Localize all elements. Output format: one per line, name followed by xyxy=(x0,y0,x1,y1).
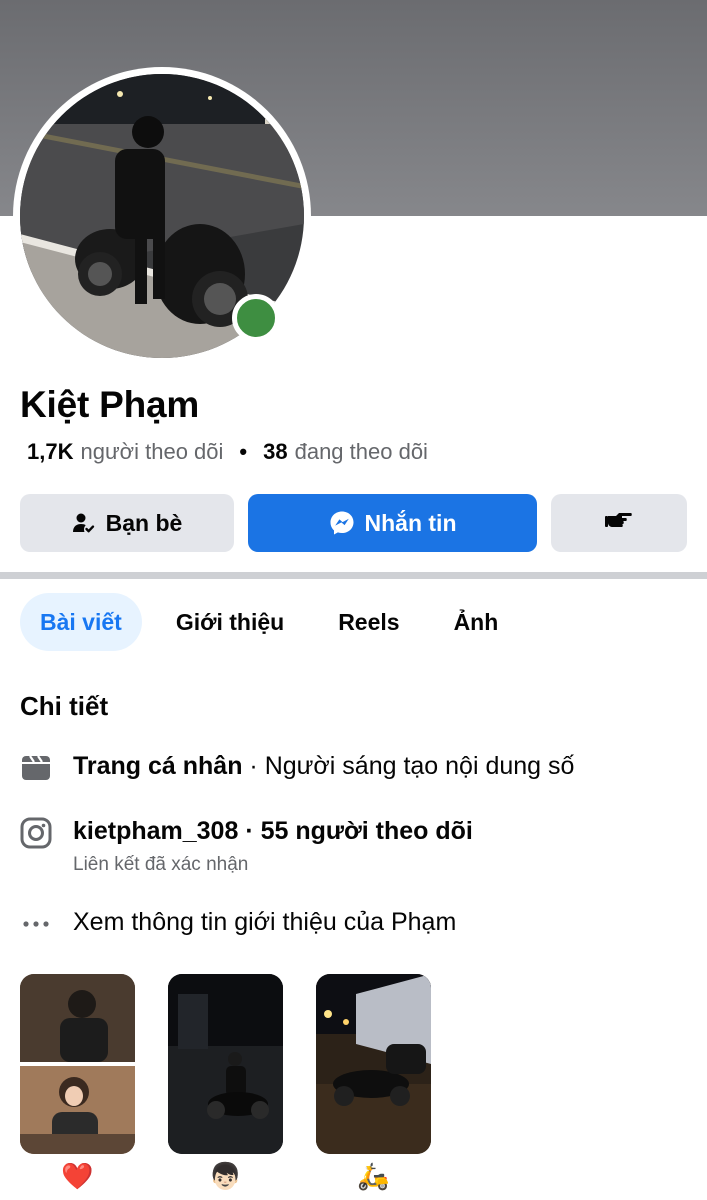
message-label: Nhắn tin xyxy=(364,509,457,536)
featured-emoji-1: ❤️ xyxy=(61,1161,94,1191)
stats-separator: • xyxy=(239,439,248,464)
messenger-icon xyxy=(329,510,355,536)
clapperboard-icon xyxy=(20,752,52,784)
page-type-row: Trang cá nhân · Người sáng tạo nội dung … xyxy=(20,752,574,784)
featured-emoji-2: 👦🏻 xyxy=(209,1161,242,1191)
following-count[interactable]: 38 xyxy=(263,439,287,465)
instagram-icon xyxy=(20,817,52,849)
featured-story-2[interactable] xyxy=(168,974,283,1154)
instagram-row[interactable]: kietpham_308 · 55 người theo dõi Liên kế… xyxy=(20,817,473,876)
section-divider xyxy=(0,572,707,579)
see-more-about-label[interactable]: Xem thông tin giới thiệu của Phạm xyxy=(73,908,456,937)
see-more-about-row[interactable]: Xem thông tin giới thiệu của Phạm xyxy=(20,908,456,940)
details-title: Chi tiết xyxy=(20,691,109,721)
tab-about[interactable]: Giới thiệu xyxy=(176,593,284,651)
friends-label: Bạn bè xyxy=(105,509,183,536)
tab-photos[interactable]: Ảnh xyxy=(454,593,499,651)
profile-tabs: Bài viết Giới thiệu Reels Ảnh xyxy=(20,593,498,651)
poke-button[interactable] xyxy=(551,494,687,552)
featured-story-1[interactable] xyxy=(20,974,135,1154)
friends-button[interactable]: Bạn bè xyxy=(20,494,234,552)
more-dots-icon xyxy=(20,908,52,940)
follow-stats[interactable]: 1,7K người theo dõi • 38 đang theo dõi xyxy=(27,439,428,465)
featured-story-3[interactable] xyxy=(316,974,431,1154)
online-status-dot xyxy=(232,294,280,342)
page-type-label: Trang cá nhân xyxy=(73,752,243,780)
followers-label[interactable]: người theo dõi xyxy=(80,439,223,465)
featured-emoji-3: 🛵 xyxy=(357,1161,390,1191)
instagram-handle[interactable]: kietpham_308 · 55 người theo dõi xyxy=(73,817,473,845)
followers-count[interactable]: 1,7K xyxy=(27,439,73,465)
page-type-category: · Người sáng tạo nội dung số xyxy=(242,752,575,780)
profile-name: Kiệt Phạm xyxy=(20,384,200,425)
poke-hand-icon xyxy=(605,509,633,537)
tab-posts[interactable]: Bài viết xyxy=(20,593,142,651)
friend-check-icon xyxy=(72,511,96,535)
following-label[interactable]: đang theo dõi xyxy=(295,439,428,465)
message-button[interactable]: Nhắn tin xyxy=(248,494,537,552)
verified-link-label: Liên kết đã xác nhận xyxy=(73,854,249,875)
tab-reels[interactable]: Reels xyxy=(338,593,399,651)
